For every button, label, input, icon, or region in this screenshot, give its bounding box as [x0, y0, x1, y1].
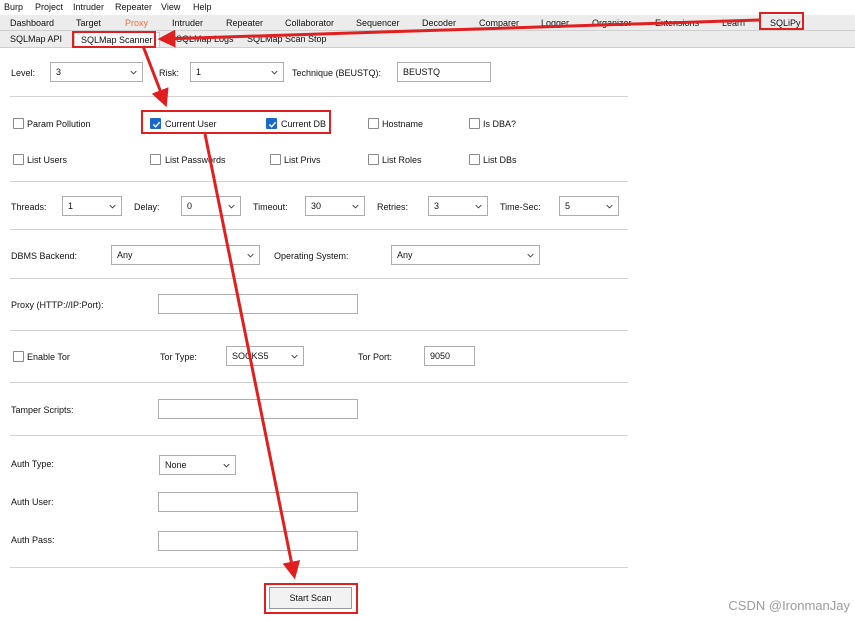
annotation-arrow-to-start-scan [203, 133, 301, 580]
annotation-arrow-to-scanner [157, 18, 760, 48]
watermark: CSDN @IronmanJay [728, 598, 850, 613]
annotation-arrows [141, 18, 760, 580]
annotation-arrow-to-options [141, 45, 169, 108]
